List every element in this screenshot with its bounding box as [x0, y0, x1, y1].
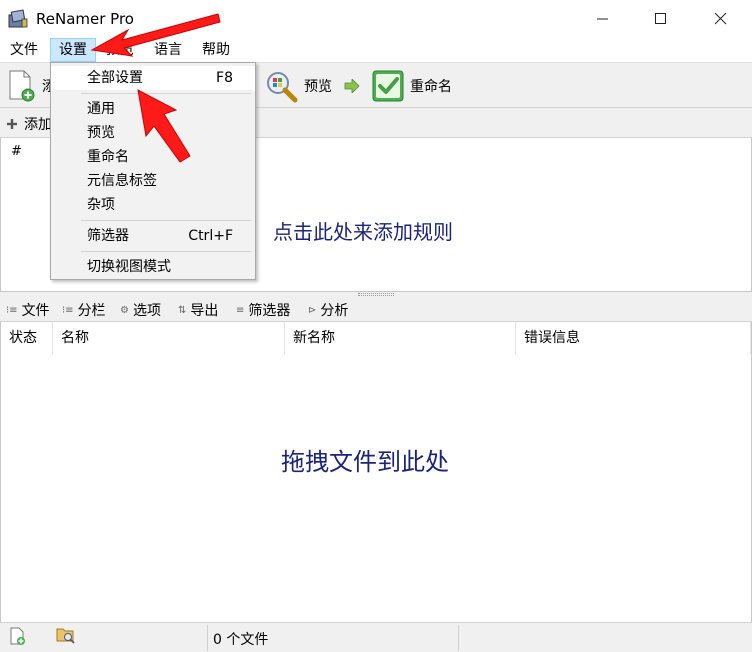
- menu-item-label: 杂项: [87, 197, 115, 213]
- app-icon: [8, 9, 28, 28]
- status-bar: 0 个文件: [0, 622, 752, 652]
- add-files-button[interactable]: 添: [6, 68, 56, 104]
- export-menu-icon: ⇅: [178, 304, 187, 316]
- close-icon: [715, 13, 727, 25]
- status-separator: [458, 625, 459, 651]
- file-count: 0 个文件: [213, 632, 269, 648]
- settings-dropdown-menu: 全部设置 F8 通用 预览 重命名 元信息标签 杂项 筛选器 Ctrl+F 切换…: [50, 62, 256, 280]
- files-empty-hint[interactable]: 拖拽文件到此处: [281, 442, 449, 477]
- maximize-button[interactable]: [632, 0, 690, 38]
- menu-item-preview[interactable]: 预览: [51, 121, 255, 145]
- menu-item-label: 重命名: [87, 149, 129, 165]
- menu-item-meta-tags[interactable]: 元信息标签: [51, 169, 255, 193]
- new-file-icon[interactable]: [8, 627, 26, 645]
- add-rule-label: 添加: [24, 117, 52, 133]
- files-menu-label: 文件: [21, 303, 50, 319]
- menu-item-misc[interactable]: 杂项: [51, 193, 255, 217]
- menu-settings[interactable]: 设置: [50, 38, 96, 62]
- options-menu-icon: ⚙: [120, 304, 129, 316]
- files-table[interactable]: 状态 名称 新名称 错误信息 拖拽文件到此处: [0, 322, 752, 622]
- close-button[interactable]: [692, 0, 750, 38]
- options-menu-button[interactable]: ⚙ 选项: [120, 300, 161, 320]
- columns-menu-button[interactable]: ⁝≡ 分栏: [62, 300, 106, 320]
- preview-button[interactable]: 预览: [264, 68, 332, 104]
- files-toolbar: ⁝≡ 文件 ⁝≡ 分栏 ⚙ 选项 ⇅ 导出 ≡ 筛选器 ⊳ 分析: [0, 298, 752, 322]
- splitter-grip-icon: [358, 293, 394, 296]
- export-menu-button[interactable]: ⇅ 导出: [178, 300, 218, 320]
- magnifier-icon: [267, 72, 298, 103]
- menu-separator: [81, 251, 251, 252]
- menu-preview[interactable]: 预览: [98, 38, 142, 62]
- rename-label: 重命名: [410, 79, 452, 95]
- menu-file[interactable]: 文件: [2, 38, 46, 62]
- menu-item-label: 通用: [87, 101, 115, 117]
- preview-label: 预览: [304, 79, 332, 95]
- menu-item-shortcut: F8: [216, 70, 233, 86]
- files-menu-icon: ⁝≡: [6, 304, 18, 316]
- rename-button[interactable]: 重命名: [372, 68, 452, 104]
- rules-index-header: #: [11, 144, 22, 159]
- menu-item-all-settings[interactable]: 全部设置 F8: [51, 66, 255, 90]
- column-header-status[interactable]: 状态: [1, 322, 53, 354]
- status-separator: [207, 625, 208, 651]
- menu-separator: [81, 93, 251, 94]
- folder-search-icon[interactable]: [56, 626, 76, 644]
- menu-help[interactable]: 帮助: [194, 38, 238, 62]
- menu-item-filters[interactable]: 筛选器 Ctrl+F: [51, 224, 255, 248]
- analyze-menu-label: 分析: [320, 303, 349, 319]
- filter-menu-button[interactable]: ≡ 筛选器: [236, 300, 290, 320]
- export-menu-label: 导出: [190, 303, 219, 319]
- analyze-menu-icon: ⊳: [308, 304, 317, 316]
- menu-separator: [81, 220, 251, 221]
- menu-bar: 文件 设置 预览 语言 帮助: [0, 38, 752, 62]
- menu-language[interactable]: 语言: [146, 38, 190, 62]
- window-title: ReNamer Pro: [36, 10, 134, 28]
- columns-menu-label: 分栏: [77, 303, 106, 319]
- menu-item-rename[interactable]: 重命名: [51, 145, 255, 169]
- options-menu-label: 选项: [132, 303, 161, 319]
- maximize-icon: [655, 13, 666, 24]
- filter-menu-icon: ≡: [236, 304, 245, 316]
- menu-item-label: 全部设置: [87, 70, 143, 86]
- menu-item-label: 筛选器: [87, 228, 129, 244]
- analyze-menu-button[interactable]: ⊳ 分析: [308, 300, 348, 320]
- menu-item-label: 切换视图模式: [87, 259, 171, 275]
- menu-item-label: 元信息标签: [87, 173, 157, 189]
- check-icon: [372, 70, 404, 102]
- minimize-icon: [597, 18, 608, 20]
- add-file-icon: [9, 70, 35, 102]
- column-header-new-name[interactable]: 新名称: [285, 322, 516, 354]
- menu-item-general[interactable]: 通用: [51, 97, 255, 121]
- plus-icon: [7, 119, 17, 129]
- minimize-button[interactable]: [574, 0, 632, 38]
- columns-menu-icon: ⁝≡: [62, 304, 74, 316]
- column-header-name[interactable]: 名称: [53, 322, 285, 354]
- menu-item-label: 预览: [87, 125, 115, 141]
- rules-empty-hint[interactable]: 点击此处来添加规则: [273, 216, 453, 245]
- menu-item-shortcut: Ctrl+F: [188, 228, 233, 244]
- title-bar: ReNamer Pro: [0, 0, 752, 38]
- files-menu-button[interactable]: ⁝≡ 文件: [6, 300, 50, 320]
- column-header-error[interactable]: 错误信息: [516, 322, 751, 354]
- filter-menu-label: 筛选器: [248, 303, 291, 319]
- menu-item-toggle-view[interactable]: 切换视图模式: [51, 255, 255, 279]
- add-rule-button[interactable]: 添加: [6, 114, 52, 134]
- arrow-right-icon: [344, 79, 360, 93]
